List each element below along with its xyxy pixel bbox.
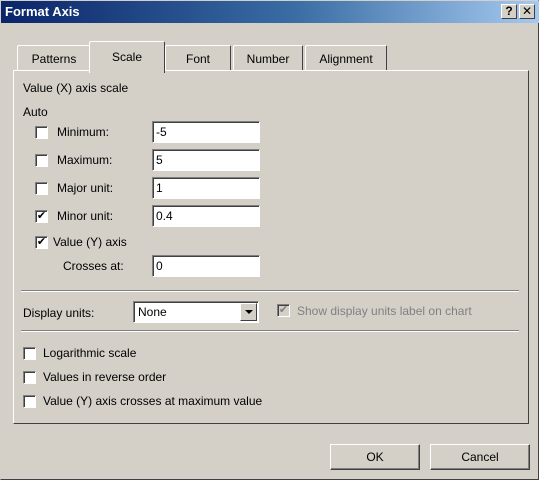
help-button[interactable]: ?	[501, 4, 517, 19]
crosses-at-label: Crosses at:	[63, 259, 124, 273]
tab-scale[interactable]: Scale	[89, 41, 165, 73]
major-unit-label: Major unit:	[57, 181, 114, 195]
maximum-label: Maximum:	[57, 153, 113, 167]
major-unit-input[interactable]	[152, 177, 260, 199]
minimum-input[interactable]	[152, 121, 260, 143]
maximum-input[interactable]	[152, 149, 260, 171]
tab-alignment[interactable]: Alignment	[305, 45, 387, 71]
show-units-label-checkbox[interactable]: ✔	[277, 304, 290, 317]
minimum-auto-checkbox[interactable]	[35, 126, 48, 139]
reverse-order-label: Values in reverse order	[43, 370, 167, 384]
close-button[interactable]: ✕	[519, 4, 535, 19]
major-unit-auto-checkbox[interactable]	[35, 182, 48, 195]
display-units-label: Display units:	[23, 306, 95, 320]
format-axis-dialog: Format Axis ? ✕ Patterns Scale Font Numb…	[0, 0, 539, 480]
show-units-label-text: Show display units label on chart	[297, 304, 472, 318]
window-title: Format Axis	[5, 4, 80, 19]
display-units-value: None	[138, 305, 167, 319]
title-bar[interactable]: Format Axis ? ✕	[1, 1, 539, 23]
crosses-at-input[interactable]	[152, 255, 260, 277]
tab-patterns[interactable]: Patterns	[17, 45, 91, 71]
tab-font[interactable]: Font	[165, 45, 231, 71]
display-units-select[interactable]: None	[133, 301, 259, 323]
cancel-button[interactable]: Cancel	[430, 444, 530, 470]
value-axis-label: Value (Y) axis	[53, 235, 127, 249]
separator-top	[21, 290, 519, 292]
value-axis-checkbox[interactable]: ✔	[35, 236, 48, 249]
minimum-label: Minimum:	[57, 125, 110, 139]
maximum-auto-checkbox[interactable]	[35, 154, 48, 167]
ok-button[interactable]: OK	[330, 444, 420, 470]
separator-bottom	[21, 330, 519, 332]
logarithmic-checkbox[interactable]	[23, 347, 36, 360]
axis-scale-heading: Value (X) axis scale	[23, 81, 129, 95]
minor-unit-auto-checkbox[interactable]: ✔	[35, 210, 48, 223]
auto-label: Auto	[23, 105, 48, 119]
tab-number[interactable]: Number	[233, 45, 303, 71]
minor-unit-label: Minor unit:	[57, 209, 114, 223]
minor-unit-input[interactable]	[152, 205, 260, 227]
chevron-down-icon[interactable]	[240, 303, 257, 321]
logarithmic-label: Logarithmic scale	[43, 346, 137, 360]
crosses-max-checkbox[interactable]	[23, 395, 36, 408]
crosses-max-label: Value (Y) axis crosses at maximum value	[43, 394, 263, 408]
reverse-order-checkbox[interactable]	[23, 371, 36, 384]
